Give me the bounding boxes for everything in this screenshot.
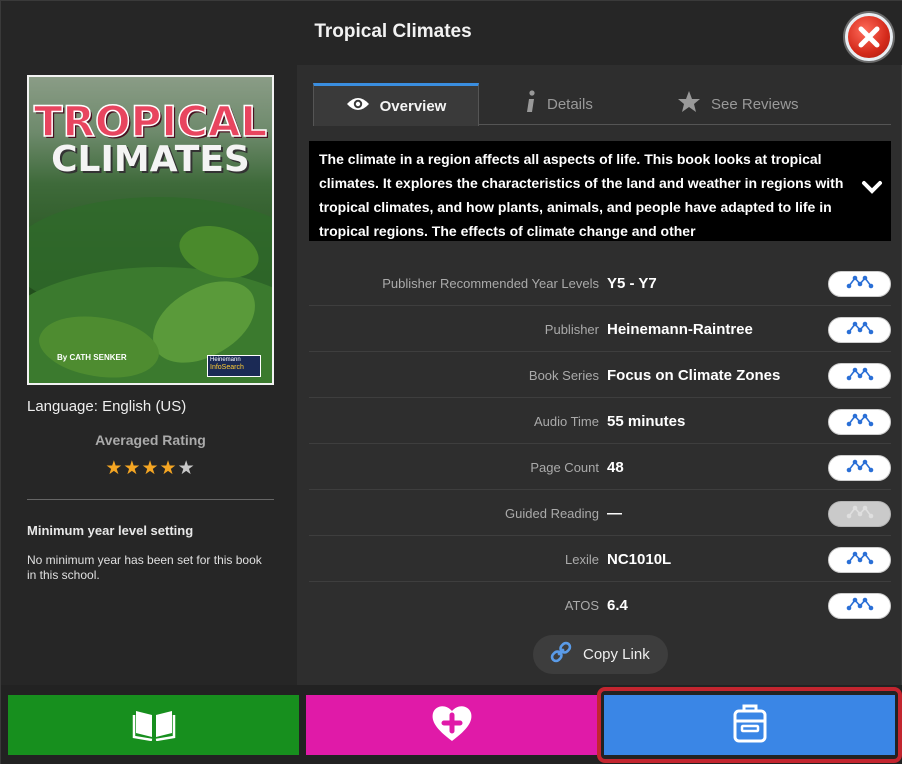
- open-book-icon: [132, 705, 176, 746]
- network-icon: [846, 413, 874, 432]
- network-icon: [846, 551, 874, 570]
- network-icon: [846, 367, 874, 386]
- tab-details[interactable]: Details: [525, 83, 593, 125]
- copy-link-label: Copy Link: [583, 646, 650, 663]
- network-icon: [846, 275, 874, 294]
- detail-label: Publisher Recommended Year Levels: [382, 276, 599, 291]
- dialog-title: Tropical Climates: [314, 21, 472, 42]
- book-bag-button[interactable]: [604, 695, 895, 755]
- detail-label: Page Count: [530, 460, 599, 475]
- star-icon: [677, 90, 701, 118]
- detail-value: —: [607, 505, 622, 522]
- related-books-button[interactable]: [828, 363, 891, 389]
- description-box[interactable]: The climate in a region affects all aspe…: [309, 141, 891, 241]
- network-icon: [846, 597, 874, 616]
- details-list: Publisher Recommended Year Levels Y5 - Y7…: [309, 260, 891, 628]
- tab-see-reviews[interactable]: See Reviews: [677, 83, 799, 125]
- detail-value: NC1010L: [607, 551, 672, 568]
- detail-value: Heinemann-Raintree: [607, 321, 753, 338]
- cover-title-line2: CLIMATES: [51, 139, 250, 180]
- star-filled-icon: ★: [123, 458, 142, 479]
- detail-value: 6.4: [607, 597, 628, 614]
- divider: [27, 499, 274, 500]
- publisher-logo: Heinemann InfoSearch: [207, 355, 261, 377]
- related-books-button[interactable]: [828, 271, 891, 297]
- clipboard-bag-icon: [732, 703, 768, 748]
- tab-overview-label: Overview: [379, 97, 447, 115]
- detail-label: Publisher: [544, 322, 599, 337]
- related-books-button[interactable]: [828, 547, 891, 573]
- description-text: The climate in a region affects all aspe…: [319, 151, 844, 239]
- detail-row: Audio Time 55 minutes: [309, 398, 891, 444]
- related-books-button[interactable]: [828, 455, 891, 481]
- tab-bar: Overview Details See Reviews: [313, 83, 891, 126]
- detail-row: Book Series Focus on Climate Zones: [309, 352, 891, 398]
- network-icon: [846, 321, 874, 340]
- title-bar: Tropical Climates: [1, 1, 902, 65]
- copy-link-button[interactable]: Copy Link: [533, 635, 668, 674]
- related-books-button[interactable]: [828, 409, 891, 435]
- language-text: Language: English (US): [27, 398, 187, 415]
- detail-row: ATOS 6.4: [309, 582, 891, 628]
- add-favourite-button[interactable]: [306, 695, 597, 755]
- detail-row: Publisher Recommended Year Levels Y5 - Y7: [309, 260, 891, 306]
- chevron-down-icon[interactable]: [861, 179, 883, 200]
- action-bar: [1, 685, 902, 764]
- star-filled-icon: ★: [159, 458, 178, 479]
- detail-value: Y5 - Y7: [607, 275, 657, 292]
- detail-label: Lexile: [565, 552, 599, 567]
- book-cover-image: TROPICAL CLIMATES By CATH SENKER Heinema…: [27, 75, 274, 385]
- min-year-text: No minimum year has been set for this bo…: [27, 553, 262, 582]
- detail-value: 48: [607, 459, 624, 476]
- tab-see-reviews-label: See Reviews: [711, 95, 799, 113]
- tab-details-label: Details: [547, 95, 593, 113]
- star-filled-icon: ★: [105, 458, 124, 479]
- related-books-button: [828, 501, 891, 527]
- tab-overview[interactable]: Overview: [313, 83, 479, 126]
- info-icon: [525, 90, 537, 118]
- network-icon: [846, 459, 874, 478]
- detail-label: ATOS: [564, 598, 599, 613]
- network-icon: [846, 505, 874, 524]
- close-button[interactable]: [845, 13, 893, 61]
- cover-author: By CATH SENKER: [57, 353, 127, 362]
- star-empty-icon: ★: [177, 458, 196, 479]
- averaged-rating-label: Averaged Rating: [95, 432, 206, 448]
- detail-value: Focus on Climate Zones: [607, 367, 781, 384]
- related-books-button[interactable]: [828, 593, 891, 619]
- detail-row: Publisher Heinemann-Raintree: [309, 306, 891, 352]
- detail-value: 55 minutes: [607, 413, 686, 430]
- detail-label: Book Series: [528, 368, 599, 383]
- rating-stars: ★★★★★: [27, 457, 274, 480]
- book-details-dialog: Tropical Climates TROPICAL CLIMATES By C…: [0, 0, 902, 764]
- detail-row: Lexile NC1010L: [309, 536, 891, 582]
- detail-label: Audio Time: [533, 414, 599, 429]
- link-icon: [549, 640, 573, 669]
- book-info-panel: TROPICAL CLIMATES By CATH SENKER Heinema…: [1, 65, 297, 685]
- eye-icon: [346, 96, 370, 116]
- heart-plus-icon: [430, 703, 474, 748]
- star-filled-icon: ★: [141, 458, 160, 479]
- detail-label: Guided Reading: [505, 506, 599, 521]
- read-book-button[interactable]: [8, 695, 299, 755]
- related-books-button[interactable]: [828, 317, 891, 343]
- detail-row: Page Count 48: [309, 444, 891, 490]
- detail-row: Guided Reading —: [309, 490, 891, 536]
- min-year-title: Minimum year level setting: [27, 523, 194, 538]
